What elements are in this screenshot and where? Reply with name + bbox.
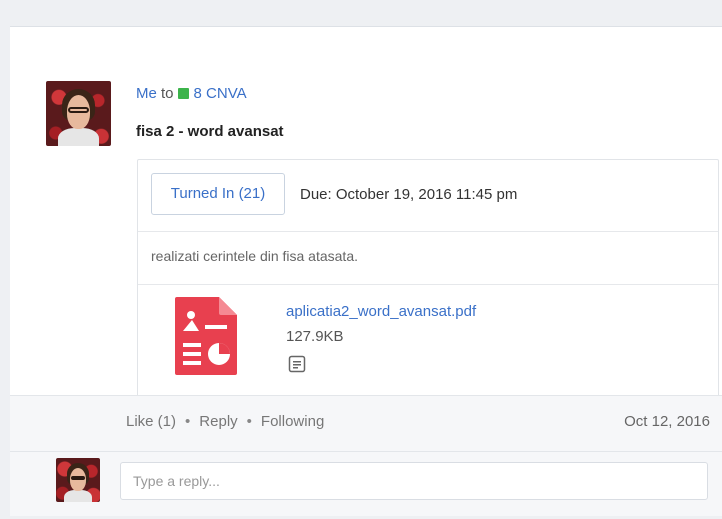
turned-in-button[interactable]: Turned In (21): [151, 173, 285, 215]
annotation-icon[interactable]: [288, 355, 306, 373]
to-label: to: [161, 85, 174, 102]
post-card: Me to 8 CNVA fisa 2 - word avansat Turned…: [10, 26, 722, 516]
separator: •: [185, 413, 191, 430]
like-button[interactable]: Like (1): [126, 413, 176, 430]
post-title: fisa 2 - word avansat: [136, 123, 284, 140]
post-actions: Like (1) • Reply • Following: [126, 413, 324, 430]
attachment-filename[interactable]: aplicatia2_word_avansat.pdf: [286, 303, 476, 320]
due-date: Due: October 19, 2016 11:45 pm: [300, 186, 518, 203]
pdf-file-icon[interactable]: [175, 297, 237, 375]
assignment-box: Turned In (21) Due: October 19, 2016 11:…: [137, 159, 719, 400]
reply-row: [10, 451, 722, 516]
post-footer: Like (1) • Reply • Following Oct 12, 2016: [10, 395, 722, 452]
attachment: aplicatia2_word_avansat.pdf 127.9KB: [138, 284, 718, 399]
attachment-size: 127.9KB: [286, 328, 344, 345]
divider: [138, 231, 718, 232]
group-icon: [177, 88, 189, 99]
current-user-avatar: [56, 458, 100, 502]
reply-input[interactable]: [120, 462, 708, 500]
post-header: Me to 8 CNVA: [136, 85, 247, 102]
author-avatar[interactable]: [46, 81, 111, 146]
post-date: Oct 12, 2016: [624, 413, 710, 430]
assignment-description: realizati cerintele din fisa atasata.: [151, 248, 358, 264]
author-link[interactable]: Me: [136, 85, 157, 102]
group-link[interactable]: 8 CNVA: [194, 85, 247, 102]
reply-button[interactable]: Reply: [199, 413, 237, 430]
separator: •: [246, 413, 252, 430]
following-button[interactable]: Following: [261, 413, 324, 430]
